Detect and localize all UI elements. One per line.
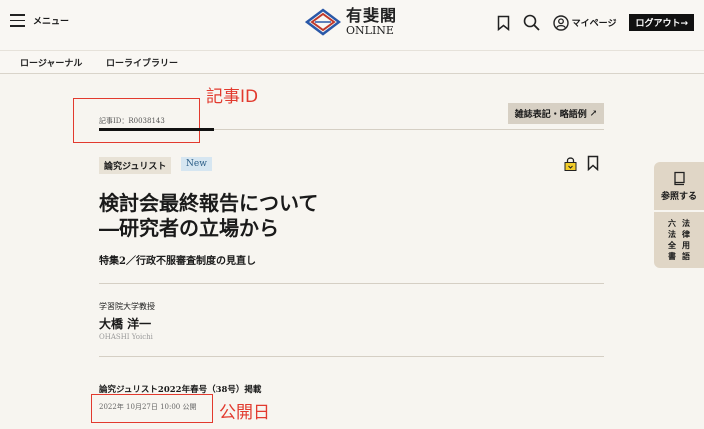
law-col-2-char: 用 [682, 240, 690, 250]
book-icon [673, 171, 685, 185]
author-affiliation: 学習院大学教授 [99, 302, 155, 311]
abbreviation-guide-button[interactable]: 雑誌表記・略語例 ↗ [508, 103, 604, 124]
published-date-annotation-label: 公開日 [219, 403, 270, 423]
external-link-icon: ↗ [589, 108, 598, 119]
mypage-label: マイページ [571, 19, 617, 29]
logo-text: 有斐閣 [346, 6, 398, 25]
divider [99, 283, 604, 284]
title-line-2: ―研究者の立場から [99, 216, 279, 240]
article-bookmark-icon[interactable] [587, 155, 599, 171]
new-badge: New [181, 157, 212, 171]
logo-subtext: ONLINE [346, 24, 394, 37]
article-title: 検討会最終報告について ―研究者の立場から [99, 191, 318, 241]
article-id: 記事ID：R0038143 [99, 117, 165, 125]
logout-button[interactable]: ログアウト→ [629, 14, 694, 31]
law-col-2-char: 語 [682, 251, 690, 261]
lock-icon [564, 156, 577, 171]
logo-mark-icon [305, 8, 341, 36]
law-col-2: 法 律 用 語 [682, 218, 690, 262]
article-id-annotation-label: 記事ID [206, 87, 259, 107]
category-badge: 論究ジュリスト [99, 157, 172, 174]
law-dictionary-button[interactable]: 六 法 全 書 法 律 用 語 [654, 212, 704, 268]
search-icon[interactable] [523, 14, 540, 31]
mypage-link[interactable]: マイページ [552, 14, 617, 31]
law-col-1-char: 六 [668, 218, 676, 228]
hamburger-icon [10, 14, 25, 27]
article-id-underline [99, 128, 214, 131]
author-name: 大橋 洋一 [99, 317, 152, 331]
sub-navigation: ロージャーナル ローライブラリー [0, 50, 704, 74]
nav-law-journal[interactable]: ロージャーナル [20, 56, 82, 69]
reference-panel-button[interactable]: 参照する [654, 162, 704, 210]
divider [99, 356, 604, 357]
published-date-annotation-box [91, 394, 213, 423]
law-col-1: 六 法 全 書 [668, 218, 676, 262]
reference-label: 参照する [660, 191, 697, 202]
menu-label: メニュー [33, 17, 70, 27]
nav-law-library[interactable]: ローライブラリー [106, 56, 178, 69]
title-line-1: 検討会最終報告について [99, 191, 319, 215]
law-col-1-char: 書 [668, 251, 676, 261]
law-col-2-char: 法 [682, 218, 690, 228]
site-header: メニュー 有斐閣 ONLINE マイページ ログアウト→ [0, 0, 704, 50]
author-name-roman: OHASHI Yoichi [99, 333, 153, 341]
user-icon [552, 14, 569, 31]
bookmark-icon[interactable] [497, 15, 510, 31]
law-col-1-char: 全 [668, 240, 676, 250]
menu-button[interactable]: メニュー [10, 14, 69, 27]
law-col-1-char: 法 [668, 229, 676, 239]
site-logo[interactable]: 有斐閣 ONLINE [305, 8, 397, 36]
article-subtitle: 特集2／行政不服審査制度の見直し [99, 256, 256, 267]
abbreviation-guide-label: 雑誌表記・略語例 [514, 110, 587, 120]
law-col-2-char: 律 [682, 229, 690, 239]
